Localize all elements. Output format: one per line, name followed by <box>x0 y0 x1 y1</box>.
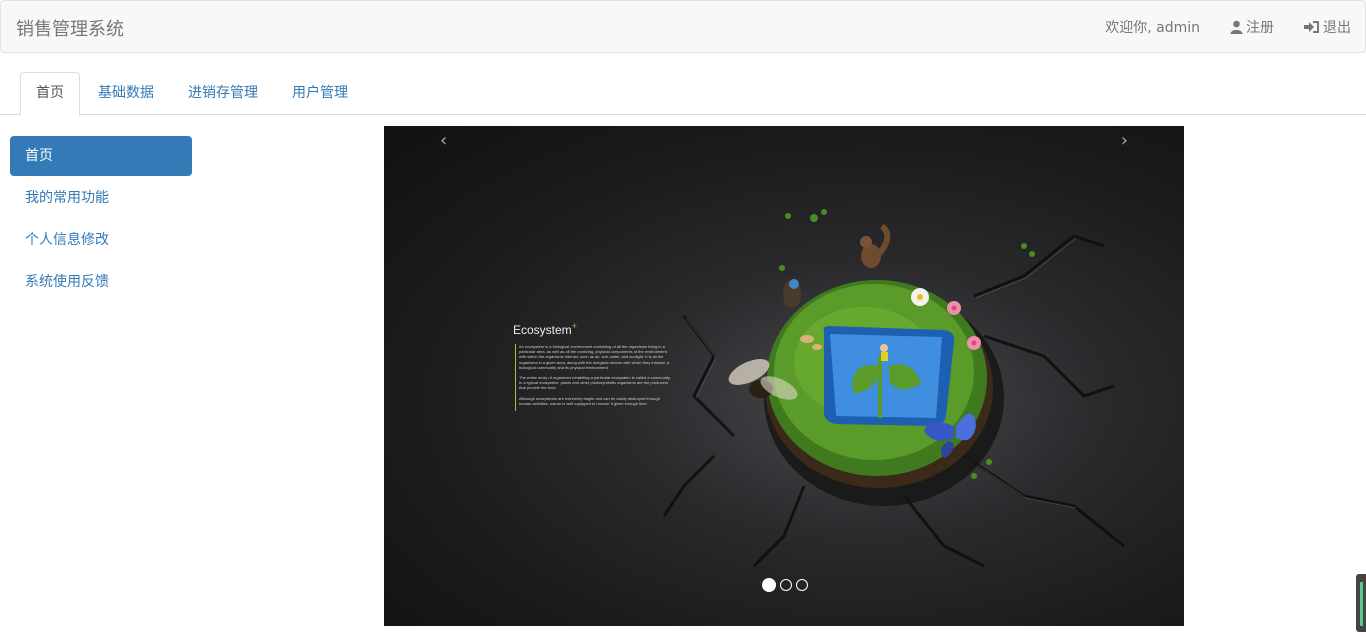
tab-inventory-management[interactable]: 进销存管理 <box>172 72 274 113</box>
register-link[interactable]: 注册 <box>1230 17 1274 37</box>
brand-title[interactable]: 销售管理系统 <box>16 15 124 41</box>
widget-level-bar <box>1360 582 1363 626</box>
carousel-indicators <box>762 578 808 592</box>
slide-description: An ecosystem is a biological environment… <box>515 344 672 412</box>
logout-link[interactable]: 退出 <box>1304 17 1351 37</box>
main-tabs: 首页 基础数据 进销存管理 用户管理 <box>0 72 1366 116</box>
slide-paragraph: Although ecosystems are extremely fragil… <box>519 395 660 406</box>
tab-user-management[interactable]: 用户管理 <box>276 72 364 113</box>
tab-home[interactable]: 首页 <box>20 72 80 116</box>
sidebar-item-favorites[interactable]: 我的常用功能 <box>10 178 192 218</box>
slide-paragraph: An ecosystem is a biological environment… <box>519 344 670 370</box>
slide-paragraph: The entire array of organisms inhabiting… <box>519 375 671 391</box>
tab-basic-data[interactable]: 基础数据 <box>82 72 170 113</box>
carousel-indicator-2[interactable] <box>780 579 792 591</box>
image-carousel: ‹ › Ecosystem+ An ecosystem is a biologi… <box>384 126 1184 626</box>
ecosystem-slide-image <box>662 209 1125 568</box>
sidebar-item-home[interactable]: 首页 <box>10 136 192 176</box>
register-label: 注册 <box>1246 19 1274 36</box>
carousel-prev-control[interactable]: ‹ <box>440 130 447 151</box>
logout-label: 退出 <box>1323 19 1351 36</box>
carousel-next-control[interactable]: › <box>1121 130 1128 151</box>
carousel-indicator-3[interactable] <box>796 579 808 591</box>
slide-title-text: Ecosystem <box>513 323 572 337</box>
navbar-right: 欢迎你, admin 注册 退出 <box>1105 1 1351 52</box>
floating-scroll-widget[interactable] <box>1356 574 1366 632</box>
sidebar-item-feedback[interactable]: 系统使用反馈 <box>10 262 192 302</box>
welcome-text: 欢迎你, admin <box>1105 19 1200 36</box>
sidebar-nav: 首页 我的常用功能 个人信息修改 系统使用反馈 <box>10 136 192 304</box>
slide-title: Ecosystem+ <box>513 321 577 337</box>
slide-title-mark: + <box>571 321 577 331</box>
sign-in-icon <box>1304 20 1320 34</box>
user-icon <box>1230 20 1243 34</box>
sidebar-item-profile-edit[interactable]: 个人信息修改 <box>10 220 192 260</box>
carousel-indicator-1[interactable] <box>762 578 776 592</box>
top-navbar: 销售管理系统 欢迎你, admin 注册 退出 <box>0 0 1366 53</box>
